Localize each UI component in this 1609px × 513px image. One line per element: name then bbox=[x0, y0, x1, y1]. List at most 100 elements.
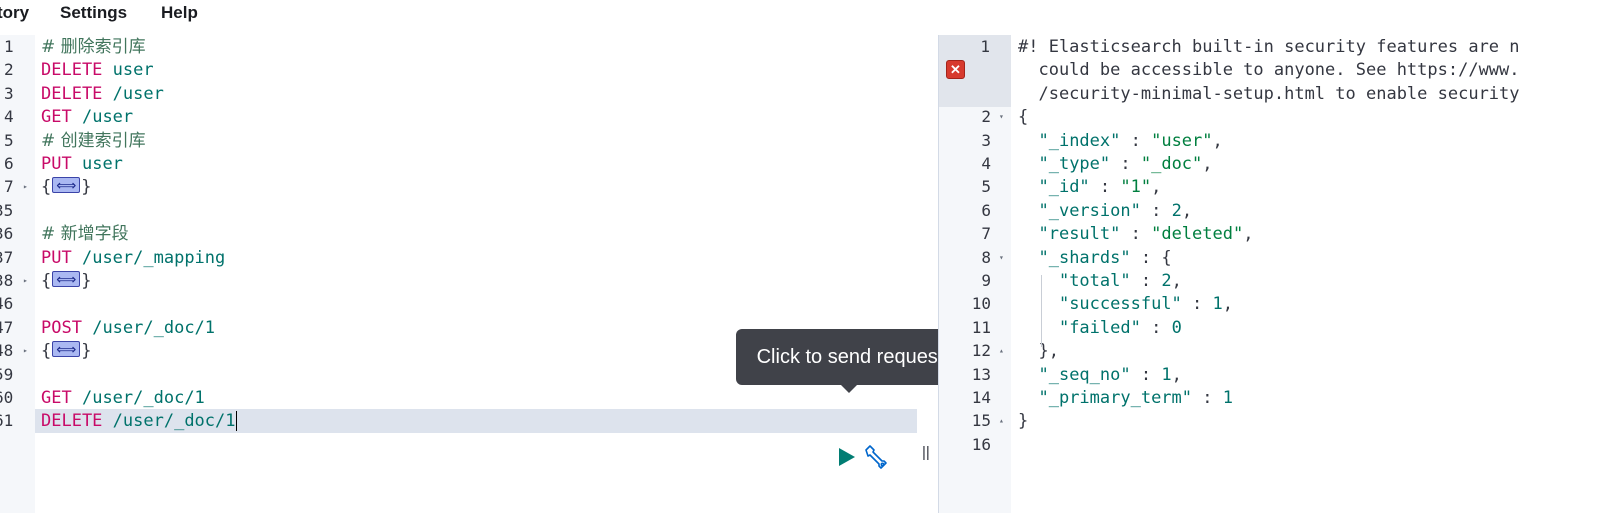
fold-icon[interactable]: ▸ bbox=[23, 175, 28, 199]
json-token-punc: : bbox=[1089, 177, 1121, 198]
output-code-line: "_type" : "_doc", bbox=[1018, 152, 1212, 176]
editor-line[interactable]: 2 DELETE user bbox=[0, 58, 940, 82]
json-token-key: "total" bbox=[1058, 271, 1131, 291]
code-text: DELETE /user/_doc/1 bbox=[41, 409, 237, 433]
code-text: # 创建索引库 bbox=[41, 129, 146, 153]
wrench-icon[interactable] bbox=[862, 444, 888, 470]
fold-icon[interactable]: ▾ bbox=[999, 246, 1009, 270]
json-token-punc: : bbox=[1120, 224, 1152, 245]
json-token-punc: , bbox=[1151, 177, 1162, 198]
output-line-number: 16 bbox=[971, 434, 991, 454]
editor-line[interactable]: 5 # 创建索引库 bbox=[0, 129, 940, 153]
editor-line[interactable]: 35 bbox=[0, 199, 940, 223]
warning-text: could be accessible to anyone. See https… bbox=[1018, 60, 1520, 81]
output-line-number: 15 bbox=[971, 411, 991, 431]
json-token-key: "_index" bbox=[1038, 130, 1121, 151]
editor-line[interactable]: 4 GET /user bbox=[0, 105, 940, 129]
menu-history[interactable]: tory bbox=[0, 3, 29, 23]
editor-line[interactable]: 37 PUT /user/_mapping bbox=[0, 246, 940, 270]
json-token-punc bbox=[1018, 131, 1038, 151]
output-line-number: 13 bbox=[971, 364, 991, 384]
code-text: GET /user/_doc/1 bbox=[41, 386, 205, 410]
json-token-punc: : bbox=[1130, 271, 1162, 291]
json-token-punc: , bbox=[1222, 294, 1233, 315]
json-token-punc: { bbox=[1018, 107, 1029, 128]
line-number: 4 bbox=[4, 107, 14, 127]
fold-icon[interactable]: ▸ bbox=[23, 339, 28, 363]
code-token-method: DELETE bbox=[41, 411, 103, 432]
output-code-line: "_primary_term" : 1 bbox=[1018, 386, 1233, 410]
editor-line[interactable]: 6 PUT user bbox=[0, 152, 940, 176]
json-token-punc bbox=[1018, 318, 1059, 338]
line-number: 3 bbox=[4, 83, 14, 103]
json-token-punc bbox=[1018, 294, 1059, 314]
editor-line[interactable]: 61 DELETE /user/_doc/1 bbox=[0, 409, 940, 433]
json-token-num: 1 bbox=[1212, 294, 1223, 315]
editor-line[interactable]: 36 # 新增字段 bbox=[0, 222, 940, 246]
editor-line[interactable]: 7 ▸ {} bbox=[0, 174, 940, 199]
indent-guide bbox=[1041, 275, 1042, 347]
output-code-line: "_shards" : { bbox=[1018, 246, 1172, 270]
line-number: 47 bbox=[0, 317, 14, 337]
editor-line[interactable]: 1 # 删除索引库 bbox=[0, 35, 940, 59]
line-number: 7 bbox=[4, 177, 14, 197]
json-token-key: "_shards" bbox=[1038, 247, 1131, 268]
line-number: 1 bbox=[4, 37, 14, 56]
fold-icon[interactable]: ▾ bbox=[999, 105, 1009, 129]
fold-icon[interactable]: ▴ bbox=[999, 409, 1009, 433]
editor-line[interactable]: 38 ▸ {} bbox=[0, 268, 940, 293]
json-token-num: 2 bbox=[1171, 200, 1182, 221]
code-text: PUT user bbox=[41, 152, 123, 176]
folded-block-icon[interactable] bbox=[52, 174, 81, 198]
panel-resizer[interactable]: || bbox=[922, 444, 932, 464]
json-token-num: 1 bbox=[1161, 364, 1172, 385]
menu-help[interactable]: Help bbox=[161, 3, 198, 23]
json-token-key: "failed" bbox=[1058, 317, 1141, 338]
folded-block-icon[interactable] bbox=[52, 268, 81, 292]
json-token-key: "_version" bbox=[1038, 200, 1141, 221]
json-token-str: "user" bbox=[1151, 130, 1213, 151]
line-number: 46 bbox=[0, 294, 14, 314]
code-text: POST /user/_doc/1 bbox=[41, 316, 215, 340]
editor-line[interactable]: 46 bbox=[0, 292, 940, 316]
code-text: # 新增字段 bbox=[41, 222, 129, 246]
json-token-punc: , bbox=[1212, 130, 1223, 151]
output-line-number: 4 bbox=[981, 154, 991, 173]
error-icon[interactable]: ✕ bbox=[946, 60, 965, 79]
line-number: 59 bbox=[0, 364, 14, 384]
response-output[interactable]: ✕ 1 #! Elasticsearch built-in security f… bbox=[938, 35, 1609, 513]
output-line-number: 3 bbox=[981, 130, 991, 150]
json-token-key: "_id" bbox=[1038, 177, 1090, 198]
code-token-plain: } bbox=[81, 341, 92, 362]
code-token-plain: } bbox=[81, 271, 92, 291]
output-code-line: }, bbox=[1018, 339, 1058, 363]
json-token-punc: : { bbox=[1130, 247, 1172, 268]
json-token-punc bbox=[1018, 177, 1038, 197]
json-token-punc: : bbox=[1140, 200, 1172, 221]
code-text: GET /user bbox=[41, 105, 133, 129]
json-token-punc bbox=[1018, 224, 1038, 244]
editor-line[interactable]: 3 DELETE /user bbox=[0, 82, 940, 106]
output-line-number: 6 bbox=[981, 200, 991, 220]
editor-line[interactable]: 60 GET /user/_doc/1 bbox=[0, 386, 940, 410]
code-text: DELETE user bbox=[41, 58, 154, 82]
folded-block-icon[interactable] bbox=[52, 338, 81, 362]
json-token-punc: , bbox=[1171, 271, 1182, 291]
json-token-punc: : bbox=[1130, 364, 1162, 385]
line-number: 38 bbox=[0, 271, 14, 290]
fold-icon[interactable]: ▴ bbox=[999, 339, 1009, 363]
json-token-str: "_doc" bbox=[1140, 154, 1203, 174]
menu-settings[interactable]: Settings bbox=[60, 3, 127, 23]
json-token-str: "1" bbox=[1120, 177, 1152, 198]
line-number: 6 bbox=[4, 154, 14, 173]
json-token-punc: : bbox=[1181, 294, 1213, 315]
tooltip-arrow bbox=[840, 384, 858, 393]
request-editor[interactable]: 1 # 删除索引库 2 DELETE user 3 DELETE /user 4 GET /u… bbox=[0, 35, 940, 513]
play-icon[interactable] bbox=[838, 447, 856, 467]
fold-icon[interactable]: ▸ bbox=[23, 269, 28, 293]
json-token-punc bbox=[1018, 248, 1038, 268]
line-number: 2 bbox=[4, 60, 14, 80]
